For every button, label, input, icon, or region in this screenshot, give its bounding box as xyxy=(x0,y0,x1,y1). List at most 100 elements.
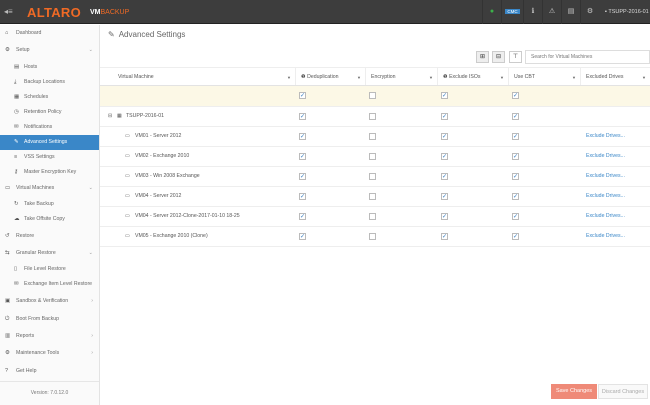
checkbox-enc[interactable] xyxy=(369,133,376,140)
checkbox-dedup[interactable]: ✓ xyxy=(299,173,306,180)
sort-icon[interactable]: ▼ xyxy=(642,68,646,87)
checkbox-cbt[interactable]: ✓ xyxy=(512,133,519,140)
discard-changes-button[interactable]: Discard Changes xyxy=(598,384,648,399)
chevron-icon[interactable]: ⌄ xyxy=(89,43,93,58)
sidebar-item-reports[interactable]: ▥Reports› xyxy=(0,329,99,344)
chevron-icon[interactable]: › xyxy=(91,346,93,361)
master-encryption-key-icon: ⚷ xyxy=(14,165,18,180)
checkbox-iso[interactable]: ✓ xyxy=(441,193,448,200)
sidebar-item-virtual-machines[interactable]: ▭Virtual Machines⌄ xyxy=(0,181,99,196)
checkbox-iso[interactable]: ✓ xyxy=(441,213,448,220)
filter-button[interactable]: ⊤ xyxy=(509,51,522,63)
checkbox-iso[interactable]: ✓ xyxy=(441,113,448,120)
checkbox-dedup[interactable]: ✓ xyxy=(299,153,306,160)
collapse-all-button[interactable]: ⊟ xyxy=(492,51,505,63)
checkbox-cbt[interactable]: ✓ xyxy=(512,153,519,160)
checkbox-iso[interactable]: ✓ xyxy=(441,92,448,99)
sidebar-item-master-encryption-key[interactable]: ⚷Master Encryption Key xyxy=(0,165,99,180)
checkbox-enc[interactable] xyxy=(369,193,376,200)
sidebar-item-get-help[interactable]: ?Get Help xyxy=(0,364,99,379)
exclude-drives-link[interactable]: Exclude Drives... xyxy=(586,187,625,206)
save-changes-button[interactable]: Save Changes xyxy=(551,384,597,399)
column-header-deduplication[interactable]: ❶ Deduplication▼ xyxy=(295,68,365,85)
checkbox-dedup[interactable]: ✓ xyxy=(299,113,306,120)
exclude-drives-link[interactable]: Exclude Drives... xyxy=(586,227,625,246)
sort-icon[interactable]: ▼ xyxy=(500,68,504,87)
chevron-icon[interactable]: ⌄ xyxy=(89,181,93,196)
chevron-icon[interactable]: ⌄ xyxy=(89,246,93,261)
sidebar-item-vss-settings[interactable]: ≡VSS Settings xyxy=(0,150,99,165)
sort-icon[interactable]: ▼ xyxy=(429,68,433,87)
sidebar-item-dashboard[interactable]: ⌂Dashboard xyxy=(0,26,99,41)
checkbox-iso[interactable]: ✓ xyxy=(441,233,448,240)
exclude-drives-link[interactable]: Exclude Drives... xyxy=(586,207,625,226)
info-icon[interactable]: ℹ xyxy=(523,0,542,24)
column-label: Encryption xyxy=(371,74,396,80)
sidebar-item-boot-from-backup[interactable]: ⏻ Boot From Backup xyxy=(0,312,99,327)
boot-from-backup-icon: ⏻ xyxy=(5,312,9,327)
column-header-use-cbt[interactable]: Use CBT▼ xyxy=(508,68,580,85)
checkbox-cbt[interactable]: ✓ xyxy=(512,173,519,180)
notifications-icon[interactable]: ▤ xyxy=(561,0,580,24)
column-header-virtual-machine[interactable]: Virtual Machine▼ xyxy=(100,68,295,85)
sort-icon[interactable]: ▼ xyxy=(572,68,576,87)
checkbox-cbt[interactable]: ✓ xyxy=(512,92,519,99)
search-input[interactable] xyxy=(525,50,650,64)
expand-all-button[interactable]: ⊞ xyxy=(476,51,489,63)
exclude-drives-link[interactable]: Exclude Drives... xyxy=(586,147,625,166)
checkbox-dedup[interactable]: ✓ xyxy=(299,233,306,240)
checkbox-cbt[interactable]: ✓ xyxy=(512,213,519,220)
checkbox-dedup[interactable]: ✓ xyxy=(299,193,306,200)
column-header-exclude-isos[interactable]: ❶ Exclude ISOs▼ xyxy=(437,68,508,85)
sort-icon[interactable]: ▼ xyxy=(287,68,291,87)
warning-icon[interactable]: ⚠ xyxy=(542,0,561,24)
checkbox-dedup[interactable]: ✓ xyxy=(299,213,306,220)
sidebar-item-file-level-restore[interactable]: ▯File Level Restore xyxy=(0,262,99,277)
checkbox-iso[interactable]: ✓ xyxy=(441,173,448,180)
checkbox-cbt[interactable]: ✓ xyxy=(512,113,519,120)
table-row: ▭VM01 - Server 2012✓✓✓Exclude Drives... xyxy=(100,127,650,147)
menu-toggle-icon[interactable]: ◂≡ xyxy=(4,7,13,16)
sidebar-item-maintenance-tools[interactable]: ⚙Maintenance Tools› xyxy=(0,346,99,361)
sidebar-item-label: Boot From Backup xyxy=(16,316,59,322)
cmc-button[interactable]: CMC xyxy=(501,0,523,24)
expand-icon[interactable]: ⊟ xyxy=(108,107,112,126)
chat-icon[interactable]: ● xyxy=(482,0,501,24)
checkbox-enc[interactable] xyxy=(369,92,376,99)
sidebar-item-take-backup[interactable]: ↻Take Backup xyxy=(0,197,99,212)
settings-icon[interactable]: ⚙ xyxy=(580,0,599,24)
column-header-encryption[interactable]: Encryption ▼ xyxy=(365,68,437,85)
vm-name: VM02 - Exchange 2010 xyxy=(135,147,189,166)
sidebar-item-restore[interactable]: ↺Restore xyxy=(0,229,99,244)
exclude-drives-link[interactable]: Exclude Drives... xyxy=(586,167,625,186)
checkbox-enc[interactable] xyxy=(369,113,376,120)
checkbox-enc[interactable] xyxy=(369,213,376,220)
checkbox-enc[interactable] xyxy=(369,153,376,160)
checkbox-dedup[interactable]: ✓ xyxy=(299,133,306,140)
table-row: ▭VM05 - Exchange 2010 (Clone)✓✓✓Exclude … xyxy=(100,227,650,247)
column-header-excluded-drives[interactable]: Excluded Drives▼ xyxy=(580,68,650,85)
host-selector[interactable]: ▪ TSUPP-2016-01 xyxy=(605,0,649,24)
checkbox-iso[interactable]: ✓ xyxy=(441,153,448,160)
checkbox-enc[interactable] xyxy=(369,173,376,180)
sidebar-item-backup-locations[interactable]: ⤓Backup Locations xyxy=(0,75,99,90)
sort-icon[interactable]: ▼ xyxy=(357,68,361,87)
sidebar-item-notifications[interactable]: ✉Notifications xyxy=(0,120,99,135)
chevron-icon[interactable]: › xyxy=(91,294,93,309)
sidebar-item-sandbox-verification[interactable]: ▣Sandbox & Verification› xyxy=(0,294,99,309)
sidebar-item-take-offsite-copy[interactable]: ☁Take Offsite Copy xyxy=(0,212,99,227)
sidebar-item-granular-restore[interactable]: ⇆Granular Restore⌄ xyxy=(0,246,99,261)
sidebar-item-hosts[interactable]: ▤Hosts xyxy=(0,60,99,75)
checkbox-enc[interactable] xyxy=(369,233,376,240)
exclude-drives-link[interactable]: Exclude Drives... xyxy=(586,127,625,146)
sidebar-item-retention-policy[interactable]: ◷Retention Policy xyxy=(0,105,99,120)
checkbox-cbt[interactable]: ✓ xyxy=(512,233,519,240)
sidebar-item-advanced-settings[interactable]: ✎Advanced Settings xyxy=(0,135,99,150)
sidebar-item-setup[interactable]: ⚙Setup⌄ xyxy=(0,43,99,58)
checkbox-iso[interactable]: ✓ xyxy=(441,133,448,140)
chevron-icon[interactable]: › xyxy=(91,329,93,344)
sidebar-item-exchange-item-level-restore[interactable]: ✉Exchange Item Level Restore xyxy=(0,277,99,292)
checkbox-cbt[interactable]: ✓ xyxy=(512,193,519,200)
checkbox-dedup[interactable]: ✓ xyxy=(299,92,306,99)
sidebar-item-schedules[interactable]: ▦Schedules xyxy=(0,90,99,105)
